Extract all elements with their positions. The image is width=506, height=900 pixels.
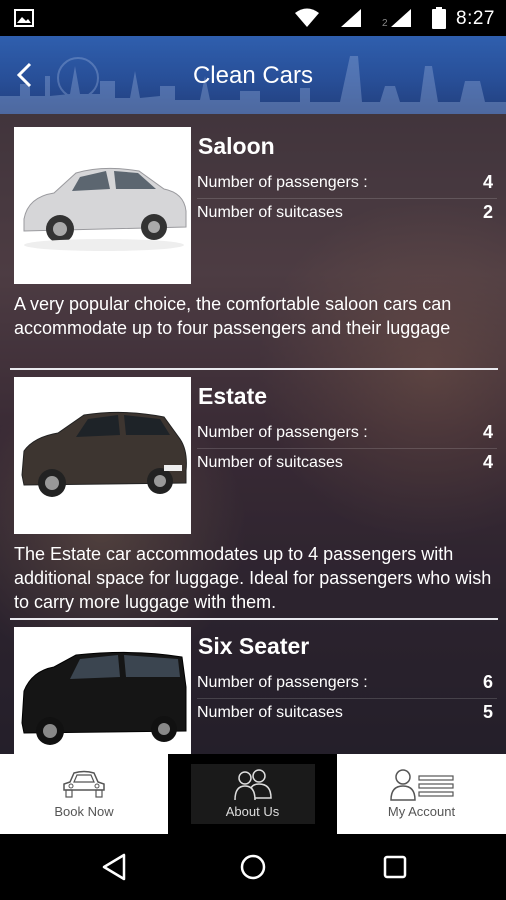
car-photo bbox=[14, 627, 191, 754]
passengers-label: Number of passengers : bbox=[197, 174, 368, 191]
suitcases-value: 4 bbox=[482, 452, 493, 472]
page-title: Clean Cars bbox=[192, 62, 314, 89]
car-card-six-seater[interactable]: Six Seater Number of passengers : 6 Numb… bbox=[0, 614, 506, 754]
suitcases-label: Number of suitcases bbox=[197, 204, 343, 221]
tab-label: Book Now bbox=[54, 804, 114, 819]
tab-label: About Us bbox=[225, 804, 280, 819]
tab-label: My Account bbox=[387, 804, 456, 819]
home-circle-icon[interactable] bbox=[238, 852, 268, 882]
passengers-value: 4 bbox=[482, 422, 493, 442]
passengers-label: Number of passengers : bbox=[197, 674, 368, 691]
signal-icon bbox=[341, 9, 361, 27]
passengers-value: 4 bbox=[482, 172, 493, 192]
battery-icon bbox=[432, 7, 446, 29]
account-icon bbox=[390, 769, 454, 801]
passengers-row: Number of passengers : 6 bbox=[197, 669, 497, 699]
recents-square-icon[interactable] bbox=[380, 852, 410, 882]
back-triangle-icon[interactable] bbox=[100, 852, 130, 882]
car-photo bbox=[14, 127, 191, 284]
car-card-estate[interactable]: Estate Number of passengers : 4 Number o… bbox=[0, 364, 506, 620]
car-list[interactable]: Saloon Number of passengers : 4 Number o… bbox=[0, 114, 506, 754]
saloon-car-image bbox=[14, 127, 191, 284]
car-card-saloon[interactable]: Saloon Number of passengers : 4 Number o… bbox=[0, 114, 506, 370]
bottom-nav: Book Now About Us My Account bbox=[0, 754, 506, 834]
suitcases-row: Number of suitcases 4 bbox=[197, 449, 497, 479]
sim2-label: 2 bbox=[382, 18, 388, 28]
suitcases-value: 2 bbox=[482, 202, 493, 222]
passengers-row: Number of passengers : 4 bbox=[197, 169, 497, 199]
car-name: Saloon bbox=[198, 133, 275, 159]
passengers-row: Number of passengers : 4 bbox=[197, 419, 497, 449]
suitcases-label: Number of suitcases bbox=[197, 704, 343, 721]
suitcases-row: Number of suitcases 5 bbox=[197, 699, 497, 729]
suitcases-row: Number of suitcases 2 bbox=[197, 199, 497, 229]
wifi-icon bbox=[295, 8, 319, 27]
passengers-label: Number of passengers : bbox=[197, 424, 368, 441]
suitcases-value: 5 bbox=[482, 702, 493, 722]
tab-my-account[interactable]: My Account bbox=[337, 754, 506, 834]
car-icon bbox=[63, 770, 105, 798]
status-bar: 2 8:27 bbox=[0, 0, 506, 36]
car-description: A very popular choice, the comfortable s… bbox=[14, 294, 452, 338]
group-icon bbox=[234, 769, 272, 801]
signal-sim2-icon: 2 bbox=[382, 9, 411, 28]
car-description: The Estate car accommodates up to 4 pass… bbox=[14, 544, 492, 612]
car-name: Six Seater bbox=[198, 633, 310, 659]
status-time: 8:27 bbox=[456, 8, 495, 29]
car-name: Estate bbox=[198, 383, 268, 409]
tab-about-us[interactable]: About Us bbox=[169, 754, 336, 834]
tab-book-now[interactable]: Book Now bbox=[0, 754, 168, 834]
car-photo bbox=[14, 377, 191, 534]
estate-car-image bbox=[14, 377, 191, 534]
app-header: Clean Cars bbox=[0, 36, 506, 114]
image-notification-icon bbox=[14, 9, 34, 27]
suitcases-label: Number of suitcases bbox=[197, 454, 343, 471]
six-seater-car-image bbox=[14, 627, 191, 754]
android-nav-bar bbox=[0, 834, 506, 900]
passengers-value: 6 bbox=[482, 672, 493, 692]
